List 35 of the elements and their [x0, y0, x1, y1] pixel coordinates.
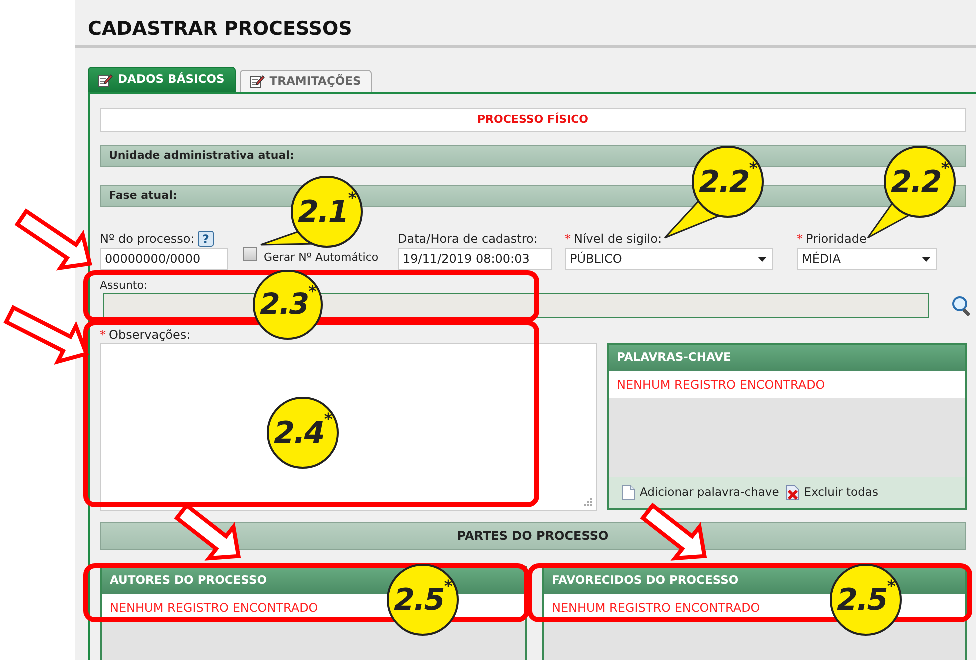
caret-icon [757, 256, 768, 262]
tab[interactable]: DADOS BÁSICOS [88, 67, 236, 92]
required-mark: * [100, 326, 106, 344]
date-field[interactable]: 19/11/2019 08:00:03 [398, 248, 552, 270]
caret-icon [921, 256, 932, 262]
resize-grip-icon[interactable] [584, 498, 593, 507]
field-label: Data/Hora de cadastro: [398, 230, 538, 248]
search-icon[interactable] [951, 294, 973, 316]
toolbar-link[interactable]: Adicionar palavra-chave [621, 484, 780, 502]
field-label: Nível de sigilo: [574, 230, 662, 248]
process-number-field[interactable]: 00000000/0000 [100, 248, 228, 270]
field-label: Observações: [109, 326, 191, 344]
field-label: Prioridade [806, 230, 867, 248]
process-type-bar: PROCESSO FÍSICO [100, 108, 966, 132]
empty-message: NENHUM REGISTRO ENCONTRADO [609, 371, 965, 398]
checkbox-label: Gerar Nº Automático [264, 250, 379, 266]
document-icon [621, 484, 637, 500]
section-header: PARTES DO PROCESSO [100, 522, 966, 550]
arrow-drawing [640, 502, 708, 561]
help-icon[interactable]: ? [198, 230, 214, 246]
notepad-icon [248, 74, 265, 89]
required-mark: * [797, 230, 803, 248]
field-label: Nº do processo: [100, 230, 195, 248]
checkbox[interactable] [243, 246, 257, 261]
tab[interactable]: TRAMITAÇÕES [240, 70, 372, 92]
toolbar-link[interactable]: Excluir todas [785, 484, 878, 502]
required-mark: * [565, 230, 571, 248]
delete-icon [785, 484, 802, 500]
panel-header: PALAVRAS-CHAVE [609, 345, 965, 371]
notepad-icon [97, 72, 113, 88]
dropdown[interactable]: PÚBLICO [565, 248, 773, 270]
dropdown[interactable]: MÉDIA [797, 248, 937, 270]
page-title: CADASTRAR PROCESSOS [87, 17, 354, 42]
field-label: Assunto: [100, 279, 148, 293]
notes-textarea[interactable] [100, 343, 597, 511]
